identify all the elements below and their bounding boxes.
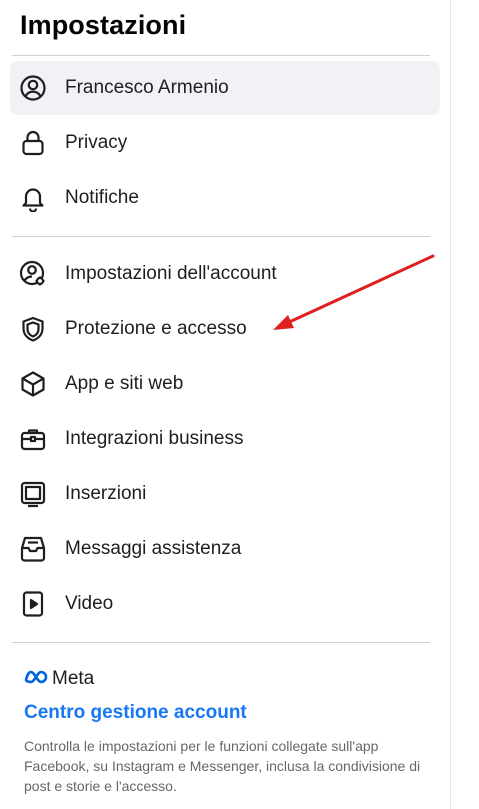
menu-item-support-inbox[interactable]: Messaggi assistenza: [10, 522, 440, 576]
menu-item-apps-websites[interactable]: App e siti web: [10, 357, 440, 411]
user-circle-icon: [19, 74, 47, 102]
account-settings-icon: [19, 260, 47, 288]
accounts-center-link[interactable]: Centro gestione account: [24, 702, 247, 724]
cube-icon: [19, 370, 47, 398]
menu-item-label: Protezione e accesso: [65, 318, 247, 339]
menu-item-notifications[interactable]: Notifiche: [10, 171, 440, 225]
bell-icon: [19, 184, 47, 212]
menu-item-label: Inserzioni: [65, 483, 147, 504]
menu-item-security-login[interactable]: Protezione e accesso: [10, 302, 440, 356]
menu-item-label: Notifiche: [65, 187, 139, 208]
divider: [12, 55, 430, 56]
menu-item-label: Video: [65, 593, 114, 614]
menu-item-label: Messaggi assistenza: [65, 538, 242, 559]
lock-icon: [19, 129, 47, 157]
menu-item-label: Privacy: [65, 132, 128, 153]
menu-item-privacy[interactable]: Privacy: [10, 116, 440, 170]
shield-icon: [19, 315, 47, 343]
meta-infinity-icon: [24, 670, 48, 689]
divider: [12, 642, 430, 643]
menu-item-label: Integrazioni business: [65, 428, 244, 449]
menu-item-business-integrations[interactable]: Integrazioni business: [10, 412, 440, 466]
settings-panel: Impostazioni Francesco Armenio Privacy N…: [0, 0, 450, 809]
menu-item-label: App e siti web: [65, 373, 184, 394]
meta-logo: Meta: [24, 668, 94, 690]
briefcase-icon: [19, 425, 47, 453]
menu-item-profile[interactable]: Francesco Armenio: [10, 61, 440, 115]
menu-item-account-settings[interactable]: Impostazioni dell'account: [10, 247, 440, 301]
meta-brand-text: Meta: [52, 668, 95, 689]
menu-item-ads[interactable]: Inserzioni: [10, 467, 440, 521]
menu-item-label: Francesco Armenio: [65, 77, 229, 98]
video-icon: [19, 590, 47, 618]
menu-item-label: Impostazioni dell'account: [65, 263, 277, 284]
menu-item-video[interactable]: Video: [10, 577, 440, 631]
accounts-center-description: Controlla le impostazioni per le funzion…: [24, 738, 421, 794]
inbox-icon: [19, 535, 47, 563]
divider: [12, 236, 430, 237]
content-area-edge: [450, 0, 479, 809]
page-title: Impostazioni: [20, 10, 187, 40]
ads-icon: [19, 480, 47, 508]
